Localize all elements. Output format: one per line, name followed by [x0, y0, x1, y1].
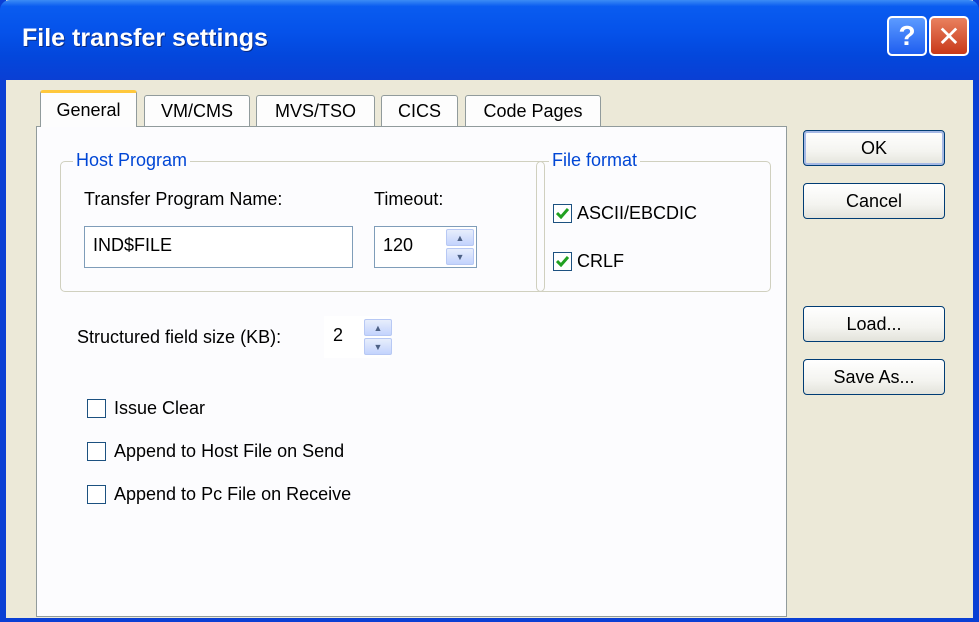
issue-clear-checkbox[interactable]	[87, 399, 106, 418]
tab-cics[interactable]: CICS	[381, 95, 458, 126]
crlf-checkbox[interactable]	[553, 252, 572, 271]
timeout-value: 120	[383, 235, 414, 255]
tab-label: VM/CMS	[161, 100, 233, 121]
ascii-ebcdic-checkbox[interactable]	[553, 204, 572, 223]
append-host-checkbox[interactable]	[87, 442, 106, 461]
help-button[interactable]: ?	[887, 16, 927, 56]
append-pc-label: Append to Pc File on Receive	[114, 484, 352, 504]
tab-label: CICS	[397, 100, 441, 121]
tab-mvs-tso[interactable]: MVS/TSO	[256, 95, 375, 126]
checkmark-icon	[556, 256, 569, 267]
load-button[interactable]: Load...	[803, 306, 945, 342]
program-name-input[interactable]: IND$FILE	[84, 226, 353, 268]
append-pc-checkbox[interactable]	[87, 485, 106, 504]
timeout-spinner[interactable]: ▲ ▼	[445, 228, 475, 266]
tab-panel-general: Host Program Transfer Program Name: Time…	[36, 126, 787, 617]
structured-field-label: Structured field size (KB):	[77, 327, 282, 347]
spin-up-icon[interactable]: ▲	[364, 319, 392, 336]
tab-code-pages[interactable]: Code Pages	[465, 95, 601, 126]
spin-down-icon[interactable]: ▼	[446, 248, 474, 265]
close-icon: ✕	[937, 20, 961, 52]
tab-general[interactable]: General	[40, 90, 137, 127]
host-program-label: Host Program	[73, 150, 191, 171]
file-format-label: File format	[549, 150, 641, 171]
help-icon: ?	[898, 20, 916, 51]
structured-field-spinner[interactable]: ▲ ▼	[363, 318, 393, 356]
tab-label: MVS/TSO	[274, 100, 356, 121]
issue-clear-label: Issue Clear	[114, 398, 206, 418]
ok-button[interactable]: OK	[803, 130, 945, 166]
tab-vm-cms[interactable]: VM/CMS	[144, 95, 250, 126]
ascii-ebcdic-label: ASCII/EBCDIC	[577, 203, 698, 223]
file-format-group: File format ASCII/EBCDIC CRLF	[536, 150, 771, 292]
program-name-label: Transfer Program Name:	[84, 189, 283, 209]
timeout-label: Timeout:	[374, 189, 444, 209]
crlf-label: CRLF	[577, 251, 625, 271]
save-as-button[interactable]: Save As...	[803, 359, 945, 395]
title-bar[interactable]: File transfer settings ? ✕	[0, 0, 979, 80]
spin-up-icon[interactable]: ▲	[446, 229, 474, 246]
close-button[interactable]: ✕	[929, 16, 969, 56]
cancel-button[interactable]: Cancel	[803, 183, 945, 219]
tab-label: General	[56, 99, 121, 120]
tab-label: Code Pages	[483, 100, 583, 121]
host-program-group: Host Program Transfer Program Name: Time…	[60, 150, 545, 292]
structured-field-value: 2	[333, 325, 344, 345]
dialog-window: File transfer settings ? ✕ General VM/CM…	[0, 0, 979, 622]
checkmark-icon	[556, 208, 569, 219]
append-host-label: Append to Host File on Send	[114, 441, 345, 461]
spin-down-icon[interactable]: ▼	[364, 338, 392, 355]
window-title: File transfer settings	[22, 24, 268, 52]
